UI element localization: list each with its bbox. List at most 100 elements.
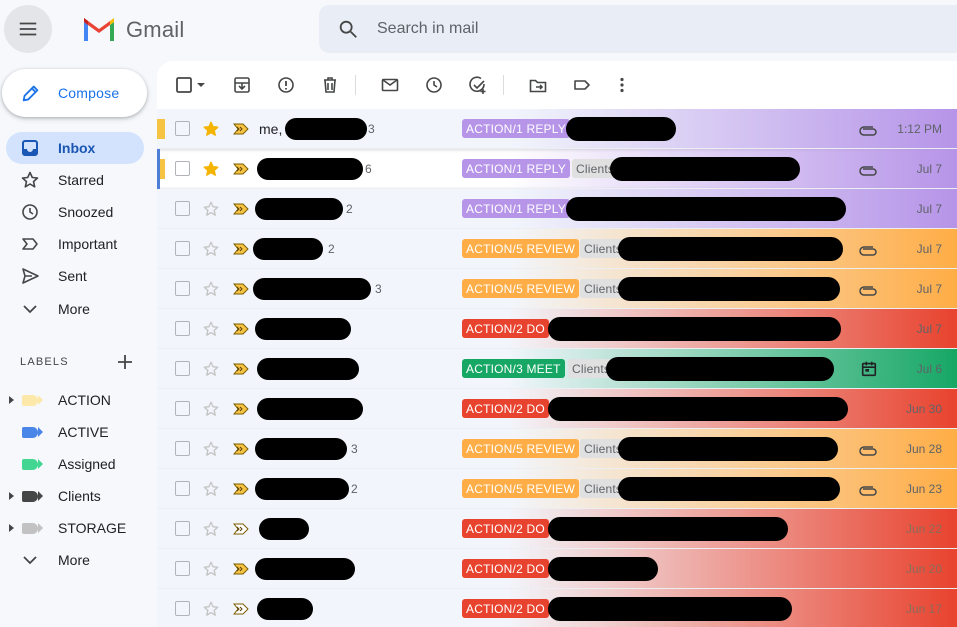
important-marker-icon[interactable] bbox=[233, 203, 249, 215]
star-icon[interactable] bbox=[202, 360, 220, 378]
row-checkbox[interactable] bbox=[175, 201, 190, 216]
star-icon[interactable] bbox=[202, 560, 220, 578]
important-marker-icon[interactable] bbox=[233, 123, 249, 135]
row-checkbox[interactable] bbox=[175, 161, 190, 176]
search-input[interactable] bbox=[377, 20, 877, 38]
important-marker-icon[interactable] bbox=[233, 523, 249, 535]
table-row[interactable]: ACTION/2 DO Jun 30 bbox=[157, 389, 957, 429]
gmail-logo[interactable]: Gmail bbox=[82, 17, 184, 43]
mark-unread-button[interactable] bbox=[379, 74, 401, 96]
inbox-icon bbox=[20, 138, 40, 158]
label-item-assigned[interactable]: Assigned bbox=[0, 448, 150, 480]
important-marker-icon[interactable] bbox=[233, 283, 249, 295]
sidebar-item-more[interactable]: More bbox=[0, 293, 150, 325]
row-checkbox[interactable] bbox=[175, 321, 190, 336]
expand-arrow-icon[interactable] bbox=[9, 396, 14, 404]
important-marker-icon[interactable] bbox=[233, 163, 249, 175]
main-menu-button[interactable] bbox=[4, 5, 52, 53]
more-actions-button[interactable] bbox=[611, 74, 633, 96]
add-to-tasks-button[interactable] bbox=[467, 74, 489, 96]
row-checkbox[interactable] bbox=[175, 241, 190, 256]
table-row[interactable]: 2 ACTION/5 REVIEW Clients Jul 7 bbox=[157, 229, 957, 269]
search-bar[interactable] bbox=[319, 5, 957, 53]
report-spam-button[interactable] bbox=[275, 74, 297, 96]
label-chip[interactable]: ACTION/5 REVIEW bbox=[462, 439, 580, 458]
star-icon[interactable] bbox=[202, 520, 220, 538]
star-icon[interactable] bbox=[202, 120, 220, 138]
table-row[interactable]: 2 ACTION/1 REPLY Jul 7 bbox=[157, 189, 957, 229]
important-marker-icon[interactable] bbox=[233, 363, 249, 375]
label-item-more[interactable]: More bbox=[0, 544, 150, 576]
label-chip[interactable]: ACTION/2 DO bbox=[462, 559, 549, 578]
row-checkbox[interactable] bbox=[175, 561, 190, 576]
star-icon[interactable] bbox=[202, 280, 220, 298]
important-marker-icon[interactable] bbox=[233, 483, 249, 495]
table-row[interactable]: ACTION/2 DO Jul 7 bbox=[157, 309, 957, 349]
table-row[interactable]: ACTION/2 DO Jun 20 bbox=[157, 549, 957, 589]
label-chip[interactable]: ACTION/2 DO bbox=[462, 399, 549, 418]
important-marker-icon[interactable] bbox=[233, 403, 249, 415]
row-checkbox[interactable] bbox=[175, 121, 190, 136]
table-row[interactable]: ACTION/2 DO Jun 17 bbox=[157, 589, 957, 627]
label-item-storage[interactable]: STORAGE bbox=[0, 512, 150, 544]
row-checkbox[interactable] bbox=[175, 481, 190, 496]
important-marker-icon[interactable] bbox=[233, 603, 249, 615]
important-marker-icon[interactable] bbox=[233, 323, 249, 335]
star-icon[interactable] bbox=[202, 480, 220, 498]
sidebar-item-important[interactable]: Important bbox=[0, 228, 150, 260]
snooze-button[interactable] bbox=[423, 74, 445, 96]
sidebar-item-inbox[interactable]: Inbox bbox=[6, 132, 144, 164]
row-checkbox[interactable] bbox=[175, 521, 190, 536]
table-row[interactable]: 3 ACTION/5 REVIEW Clients Jul 7 bbox=[157, 269, 957, 309]
labels-button[interactable] bbox=[571, 74, 593, 96]
search-icon[interactable] bbox=[337, 18, 359, 40]
label-chip[interactable]: ACTION/1 REPLY bbox=[462, 159, 570, 178]
redacted-subject bbox=[548, 317, 841, 341]
label-item-active[interactable]: ACTIVE bbox=[0, 416, 150, 448]
row-checkbox[interactable] bbox=[175, 361, 190, 376]
label-chip[interactable]: ACTION/1 REPLY bbox=[462, 119, 570, 138]
row-checkbox[interactable] bbox=[175, 281, 190, 296]
label-chip[interactable]: ACTION/3 MEET bbox=[462, 359, 565, 378]
label-chip[interactable]: ACTION/5 REVIEW bbox=[462, 479, 580, 498]
important-marker-icon[interactable] bbox=[233, 243, 249, 255]
sidebar-item-sent[interactable]: Sent bbox=[0, 260, 150, 292]
label-item-clients[interactable]: Clients bbox=[0, 480, 150, 512]
table-row[interactable]: 6 ACTION/1 REPLY Clients/Jul 7 bbox=[157, 149, 957, 189]
select-all-checkbox[interactable] bbox=[173, 74, 195, 96]
important-marker-icon[interactable] bbox=[233, 443, 249, 455]
select-options-dropdown[interactable] bbox=[195, 74, 207, 96]
table-row[interactable]: ACTION/2 DO Jun 22 bbox=[157, 509, 957, 549]
expand-arrow-icon[interactable] bbox=[9, 492, 14, 500]
star-icon[interactable] bbox=[202, 240, 220, 258]
row-checkbox[interactable] bbox=[175, 401, 190, 416]
move-to-button[interactable] bbox=[527, 74, 549, 96]
label-chip[interactable]: ACTION/1 REPLY bbox=[462, 199, 570, 218]
star-icon[interactable] bbox=[202, 440, 220, 458]
label-chip[interactable]: ACTION/2 DO bbox=[462, 599, 549, 618]
label-chip[interactable]: ACTION/5 REVIEW bbox=[462, 239, 580, 258]
star-icon[interactable] bbox=[202, 600, 220, 618]
star-icon[interactable] bbox=[202, 320, 220, 338]
important-marker-icon[interactable] bbox=[233, 563, 249, 575]
row-checkbox[interactable] bbox=[175, 601, 190, 616]
add-label-icon[interactable] bbox=[116, 353, 134, 371]
archive-button[interactable] bbox=[231, 74, 253, 96]
compose-button[interactable]: Compose bbox=[2, 69, 147, 117]
label-item-action[interactable]: ACTION bbox=[0, 384, 150, 416]
star-icon[interactable] bbox=[202, 160, 220, 178]
sidebar-item-snoozed[interactable]: Snoozed bbox=[0, 196, 150, 228]
table-row[interactable]: 2 ACTION/5 REVIEW Clients/Jun 23 bbox=[157, 469, 957, 509]
table-row[interactable]: me, 3 ACTION/1 REPLY 1:12 PM bbox=[157, 109, 957, 149]
star-icon[interactable] bbox=[202, 200, 220, 218]
label-chip[interactable]: ACTION/5 REVIEW bbox=[462, 279, 580, 298]
label-chip[interactable]: ACTION/2 DO bbox=[462, 319, 549, 338]
star-icon[interactable] bbox=[202, 400, 220, 418]
delete-button[interactable] bbox=[319, 74, 341, 96]
sidebar-item-starred[interactable]: Starred bbox=[0, 164, 150, 196]
expand-arrow-icon[interactable] bbox=[9, 524, 14, 532]
label-chip[interactable]: ACTION/2 DO bbox=[462, 519, 549, 538]
table-row[interactable]: 3 ACTION/5 REVIEW Clients/Jun 28 bbox=[157, 429, 957, 469]
table-row[interactable]: ACTION/3 MEET Clients/Jul 6 bbox=[157, 349, 957, 389]
row-checkbox[interactable] bbox=[175, 441, 190, 456]
